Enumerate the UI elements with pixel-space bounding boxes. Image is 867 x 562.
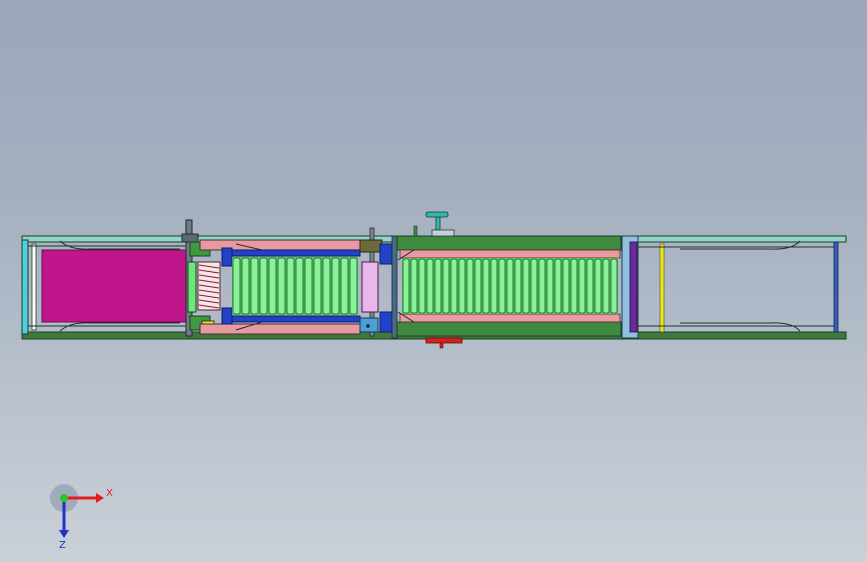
section2-pink-inlay-top[interactable] xyxy=(399,249,621,259)
red-bottom-bracket[interactable] xyxy=(425,337,463,344)
mid-divider[interactable] xyxy=(391,235,398,339)
handwheel-bar[interactable] xyxy=(425,211,449,218)
left-end-inner-post[interactable] xyxy=(31,243,37,331)
left-curve-bottom xyxy=(59,322,180,332)
red-bottom-stem[interactable] xyxy=(439,342,444,349)
mid-blue-dot xyxy=(366,324,370,328)
section1-blue-bracket[interactable] xyxy=(221,247,233,267)
magenta-infeed-panel[interactable] xyxy=(41,249,187,323)
section1-bottom-blue-bar[interactable] xyxy=(229,315,361,323)
orientation-triad[interactable]: X Z xyxy=(40,480,120,550)
mid-blue-bracket[interactable] xyxy=(379,243,393,265)
section1-blue-bracket-bottom[interactable] xyxy=(221,307,233,325)
mid-blue-bracket-bottom[interactable] xyxy=(379,311,393,333)
spring-coil[interactable] xyxy=(197,261,221,311)
section1-top-blue-bar[interactable] xyxy=(229,249,361,257)
left-small-roller[interactable] xyxy=(187,261,197,313)
conveyor-assembly-model[interactable] xyxy=(0,0,867,562)
z-axis-label: Z xyxy=(59,540,66,550)
right-curve-bottom xyxy=(680,322,801,332)
section2-roller-bank[interactable] xyxy=(402,258,618,314)
left-end-post[interactable] xyxy=(21,239,29,335)
purple-roller[interactable] xyxy=(629,241,638,333)
handwheel-base[interactable] xyxy=(431,229,455,237)
triad-origin xyxy=(60,494,68,502)
mid-green-block[interactable] xyxy=(359,239,383,253)
x-axis-label: X xyxy=(106,488,113,499)
section2-bottom-frame[interactable] xyxy=(396,321,622,337)
section2-top-frame[interactable] xyxy=(396,235,622,251)
left-column-top-cap[interactable] xyxy=(181,233,199,243)
yellow-post[interactable] xyxy=(659,243,665,333)
cad-viewport[interactable]: X Z xyxy=(0,0,867,562)
right-end-post[interactable] xyxy=(833,241,839,333)
section2-pink-inlay-bottom[interactable] xyxy=(399,313,621,323)
section1-roller-bank[interactable] xyxy=(232,257,358,315)
section1-bottom-frame[interactable] xyxy=(199,323,361,335)
mid-pink-roller[interactable] xyxy=(361,261,379,313)
top-green-pin[interactable] xyxy=(413,225,418,237)
